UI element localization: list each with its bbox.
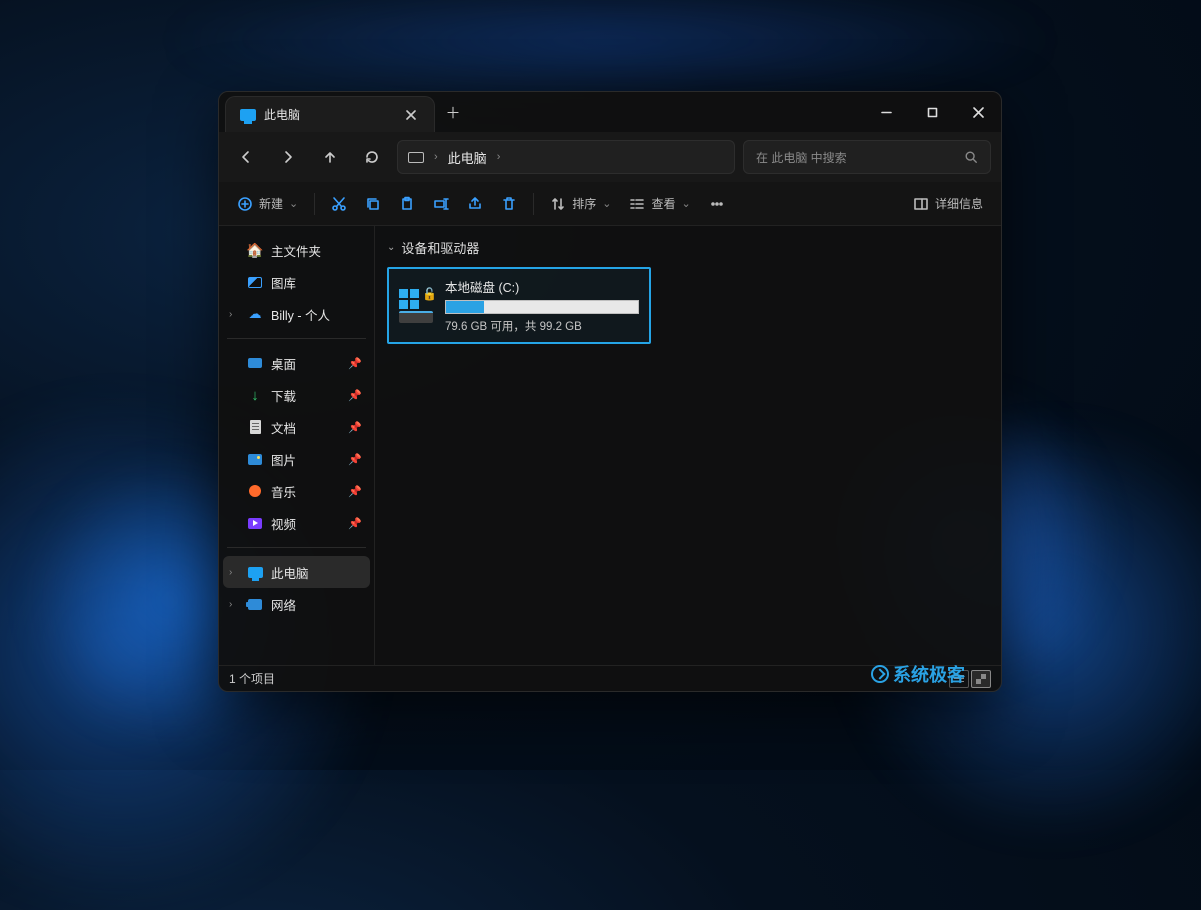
pictures-icon bbox=[247, 451, 263, 467]
toolbar: 新建 ⌄ 排序 ⌄ 查看 ⌄ 详细信息 bbox=[219, 182, 1001, 226]
delete-button[interactable] bbox=[493, 188, 525, 220]
status-item-count: 1 个项目 bbox=[229, 670, 275, 687]
minimize-button[interactable] bbox=[863, 92, 909, 132]
maximize-button[interactable] bbox=[909, 92, 955, 132]
this-pc-icon bbox=[240, 109, 256, 121]
pin-icon[interactable]: 📌 bbox=[348, 357, 362, 370]
plus-circle-icon bbox=[237, 196, 253, 212]
content-pane[interactable]: ⌄ 设备和驱动器 🔓 本地磁盘 (C:) 79.6 GB 可用，共 99.2 G… bbox=[375, 226, 1001, 665]
new-button[interactable]: 新建 ⌄ bbox=[229, 188, 306, 220]
pin-icon[interactable]: 📌 bbox=[348, 389, 362, 402]
address-bar[interactable]: › 此电脑 › bbox=[397, 140, 735, 174]
chevron-down-icon: ⌄ bbox=[387, 242, 395, 253]
ellipsis-icon bbox=[709, 196, 725, 212]
drive-icon: 🔓 bbox=[399, 289, 435, 323]
home-icon: 🏠 bbox=[247, 242, 263, 258]
forward-button[interactable] bbox=[271, 140, 305, 174]
search-icon bbox=[964, 150, 978, 164]
chevron-right-icon[interactable]: › bbox=[229, 309, 232, 320]
paste-button[interactable] bbox=[391, 188, 423, 220]
chevron-down-icon: ⌄ bbox=[602, 197, 611, 210]
view-tiles-button[interactable] bbox=[971, 670, 991, 688]
status-bar: 1 个项目 bbox=[219, 665, 1001, 691]
details-pane-icon bbox=[913, 196, 929, 212]
share-icon bbox=[467, 196, 483, 212]
network-icon bbox=[247, 596, 263, 612]
view-button[interactable]: 查看 ⌄ bbox=[621, 188, 698, 220]
sidebar-item-pictures[interactable]: 图片📌 bbox=[223, 443, 370, 475]
navigation-sidebar: 🏠主文件夹 图库 ›☁Billy - 个人 桌面📌 ↓下载📌 文档📌 图片📌 音… bbox=[219, 226, 375, 665]
group-header-devices[interactable]: ⌄ 设备和驱动器 bbox=[387, 234, 989, 267]
close-window-button[interactable] bbox=[955, 92, 1001, 132]
sidebar-item-desktop[interactable]: 桌面📌 bbox=[223, 347, 370, 379]
rename-icon bbox=[433, 196, 449, 212]
music-icon bbox=[247, 483, 263, 499]
sidebar-item-gallery[interactable]: 图库 bbox=[223, 266, 370, 298]
sidebar-item-music[interactable]: 音乐📌 bbox=[223, 475, 370, 507]
tab-this-pc[interactable]: 此电脑 bbox=[225, 96, 435, 132]
refresh-button[interactable] bbox=[355, 140, 389, 174]
new-tab-button[interactable]: ＋ bbox=[435, 92, 471, 132]
pin-icon[interactable]: 📌 bbox=[348, 421, 362, 434]
download-icon: ↓ bbox=[247, 387, 263, 403]
chevron-down-icon: ⌄ bbox=[289, 197, 298, 210]
file-explorer-window: 此电脑 ＋ › 此电脑 › 在 此电脑 中搜索 bbox=[218, 91, 1002, 692]
sidebar-item-videos[interactable]: 视频📌 bbox=[223, 507, 370, 539]
pin-icon[interactable]: 📌 bbox=[348, 485, 362, 498]
desktop-icon bbox=[247, 355, 263, 371]
drive-local-disk-c[interactable]: 🔓 本地磁盘 (C:) 79.6 GB 可用，共 99.2 GB bbox=[387, 267, 651, 344]
search-box[interactable]: 在 此电脑 中搜索 bbox=[743, 140, 991, 174]
copy-icon bbox=[365, 196, 381, 212]
cut-button[interactable] bbox=[323, 188, 355, 220]
drive-usage-bar bbox=[445, 300, 639, 314]
details-pane-button[interactable]: 详细信息 bbox=[905, 188, 991, 220]
gallery-icon bbox=[247, 274, 263, 290]
drive-name: 本地磁盘 (C:) bbox=[445, 277, 639, 296]
breadcrumb-location[interactable]: 此电脑 bbox=[448, 148, 487, 167]
document-icon bbox=[247, 419, 263, 435]
rename-button[interactable] bbox=[425, 188, 457, 220]
video-icon bbox=[247, 515, 263, 531]
navigation-row: › 此电脑 › 在 此电脑 中搜索 bbox=[219, 132, 1001, 182]
more-button[interactable] bbox=[701, 188, 733, 220]
paste-icon bbox=[399, 196, 415, 212]
up-button[interactable] bbox=[313, 140, 347, 174]
trash-icon bbox=[501, 196, 517, 212]
sort-button[interactable]: 排序 ⌄ bbox=[542, 188, 619, 220]
cloud-icon: ☁ bbox=[247, 306, 263, 322]
unlock-icon: 🔓 bbox=[422, 287, 437, 301]
chevron-right-icon: › bbox=[497, 151, 501, 163]
pin-icon[interactable]: 📌 bbox=[348, 453, 362, 466]
sidebar-item-downloads[interactable]: ↓下载📌 bbox=[223, 379, 370, 411]
address-pc-icon bbox=[408, 152, 424, 163]
view-icon bbox=[629, 196, 645, 212]
chevron-right-icon[interactable]: › bbox=[229, 599, 232, 610]
share-button[interactable] bbox=[459, 188, 491, 220]
cut-icon bbox=[331, 196, 347, 212]
tab-close-button[interactable] bbox=[400, 104, 422, 126]
chevron-right-icon: › bbox=[434, 151, 438, 163]
pin-icon[interactable]: 📌 bbox=[348, 517, 362, 530]
back-button[interactable] bbox=[229, 140, 263, 174]
search-placeholder: 在 此电脑 中搜索 bbox=[756, 149, 964, 166]
chevron-down-icon: ⌄ bbox=[681, 197, 690, 210]
sidebar-item-documents[interactable]: 文档📌 bbox=[223, 411, 370, 443]
sidebar-item-home[interactable]: 🏠主文件夹 bbox=[223, 234, 370, 266]
view-details-button[interactable] bbox=[949, 670, 969, 688]
sidebar-item-onedrive[interactable]: ›☁Billy - 个人 bbox=[223, 298, 370, 330]
copy-button[interactable] bbox=[357, 188, 389, 220]
sidebar-item-network[interactable]: ›网络 bbox=[223, 588, 370, 620]
this-pc-icon bbox=[247, 564, 263, 580]
drive-subtext: 79.6 GB 可用，共 99.2 GB bbox=[445, 318, 639, 334]
sort-icon bbox=[550, 196, 566, 212]
tab-title: 此电脑 bbox=[264, 106, 392, 123]
sidebar-item-this-pc[interactable]: ›此电脑 bbox=[223, 556, 370, 588]
titlebar[interactable]: 此电脑 ＋ bbox=[219, 92, 1001, 132]
chevron-right-icon[interactable]: › bbox=[229, 567, 232, 578]
